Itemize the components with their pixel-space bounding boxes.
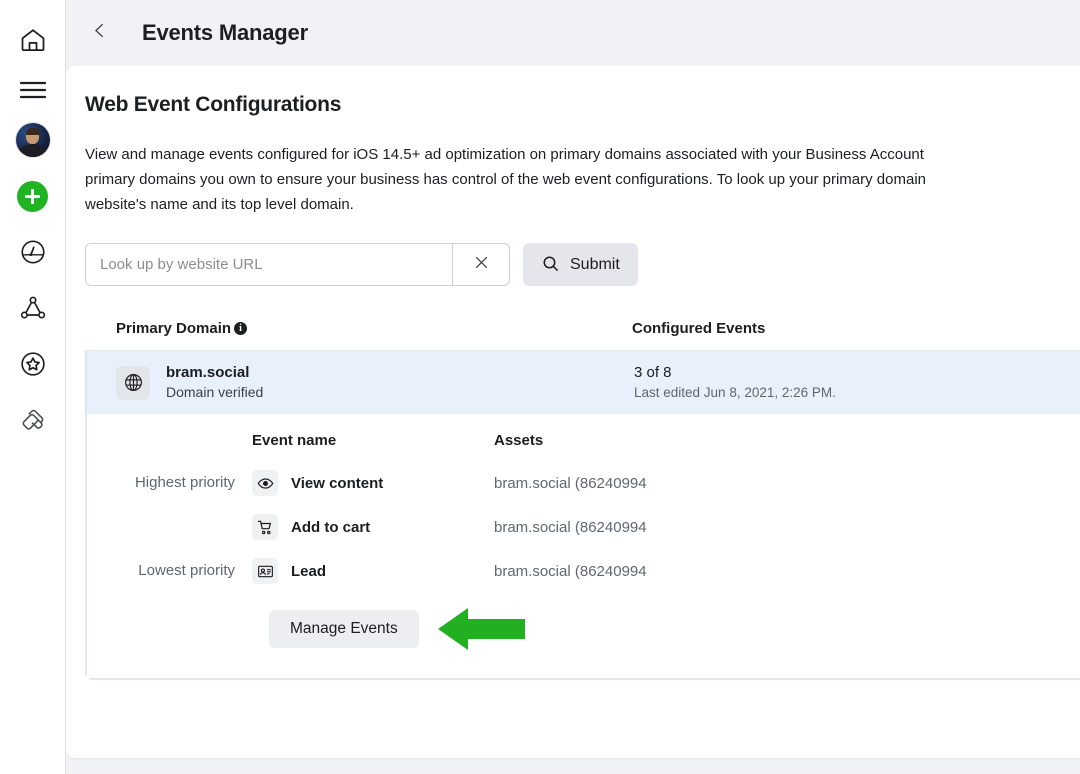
ads-manager-icon [19,238,47,266]
web-event-configurations-card: Web Event Configurations View and manage… [66,66,1080,758]
sidebar-item-ads-manager[interactable] [5,224,61,280]
event-name-cell: Add to cart [252,514,494,540]
event-name: View content [291,475,383,492]
table-header-row: Primary Domain i Configured Events [85,320,1080,351]
eye-icon [252,470,278,496]
submit-button-label: Submit [570,256,620,274]
table-row: bram.social Domain verified 3 of 8 Last … [85,351,1080,680]
event-row-lead: Lowest priority [116,549,1080,593]
create-icon [17,181,48,212]
manage-events-button[interactable]: Manage Events [269,610,419,648]
intro-line-3: website's name and its top level domain. [85,192,1080,217]
manage-events-row: Manage Events [116,606,1080,652]
search-icon [541,254,560,276]
domain-status: Domain verified [166,383,263,402]
event-asset: bram.social (86240994 [494,519,1080,536]
intro-paragraph: View and manage events configured for iO… [85,142,1080,217]
configured-events-cell: 3 of 8 Last edited Jun 8, 2021, 2:26 PM. [634,363,836,402]
event-row-view-content: Highest priority View [116,461,1080,505]
profile-avatar [16,123,50,157]
event-name: Add to cart [291,519,370,536]
sidebar-item-home[interactable] [5,12,61,68]
top-bar: Events Manager [66,0,1080,66]
partnerships-icon [19,406,47,434]
menu-icon [19,80,47,100]
lookup-row: Submit [85,243,1080,286]
column-header-primary-domain-label: Primary Domain [116,320,231,337]
sidebar-item-events-manager[interactable] [5,280,61,336]
search-input[interactable] [86,244,452,285]
contact-card-icon [252,558,278,584]
card-title: Web Event Configurations [85,93,1080,117]
intro-line-2: primary domains you own to ensure your b… [85,167,1080,192]
main-content: Events Manager Web Event Configurations … [66,0,1080,774]
app-root: Events Manager Web Event Configurations … [0,0,1080,774]
shopping-cart-icon [252,514,278,540]
sidebar-item-partnerships[interactable] [5,392,61,448]
left-arrow-annotation-icon [438,606,525,652]
close-icon [473,254,490,276]
globe-icon [116,366,150,400]
event-asset: bram.social (86240994 [494,475,1080,492]
events-last-edited: Last edited Jun 8, 2021, 2:26 PM. [634,383,836,402]
home-icon [19,26,47,54]
domains-table: Primary Domain i Configured Events [85,320,1080,680]
event-table-header: Event name Assets [116,432,1080,449]
priority-label-lowest: Lowest priority [116,562,252,580]
sidebar-item-favorites[interactable] [5,336,61,392]
column-header-primary-domain: Primary Domain i [116,320,632,337]
submit-button[interactable]: Submit [523,243,638,286]
domain-cell: bram.social Domain verified [116,363,634,402]
event-name-cell: View content [252,470,494,496]
column-header-configured-events: Configured Events [632,320,765,337]
column-header-event-name: Event name [252,432,494,449]
page-title: Events Manager [142,20,308,46]
event-name: Lead [291,563,326,580]
events-manager-icon [19,294,47,322]
intro-line-1: View and manage events configured for iO… [85,142,1080,167]
event-name-cell: Lead [252,558,494,584]
domain-detail-panel: Event name Assets Highest priority [87,414,1080,678]
back-button[interactable] [82,16,116,50]
sidebar-item-create[interactable] [5,168,61,224]
sidebar-item-profile[interactable] [5,112,61,168]
info-icon[interactable]: i [234,322,247,335]
event-asset: bram.social (86240994 [494,563,1080,580]
event-row-add-to-cart: Add to cart bram.social (86240994 [116,505,1080,549]
sidebar-item-menu[interactable] [5,68,61,112]
search-box [85,243,510,286]
domain-name: bram.social [166,363,263,383]
star-icon [19,350,47,378]
left-sidebar [0,0,66,774]
priority-label-highest: Highest priority [116,474,252,492]
chevron-left-icon [90,21,109,45]
clear-search-button[interactable] [452,244,509,285]
column-header-assets: Assets [494,432,1080,449]
events-count: 3 of 8 [634,363,836,383]
domain-summary-row[interactable]: bram.social Domain verified 3 of 8 Last … [87,351,1080,414]
